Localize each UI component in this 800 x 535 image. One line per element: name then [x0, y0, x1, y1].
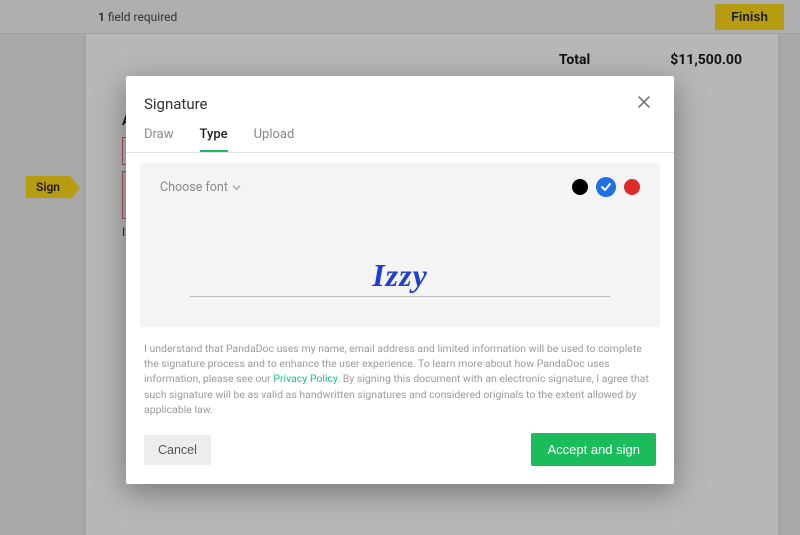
color-picker — [572, 177, 640, 197]
chevron-down-icon — [232, 183, 241, 192]
modal-overlay: Signature Draw Type Upload Choose font — [0, 0, 800, 535]
check-icon — [600, 181, 612, 193]
choose-font-dropdown[interactable]: Choose font — [160, 180, 241, 195]
signature-tabs: Draw Type Upload — [126, 121, 674, 153]
modal-title: Signature — [144, 95, 208, 113]
tab-draw[interactable]: Draw — [144, 127, 174, 152]
signature-modal: Signature Draw Type Upload Choose font — [126, 76, 674, 484]
close-icon — [636, 94, 652, 110]
color-red[interactable] — [624, 179, 640, 195]
tab-type[interactable]: Type — [200, 127, 228, 152]
choose-font-label: Choose font — [160, 180, 228, 195]
cancel-button[interactable]: Cancel — [144, 435, 211, 465]
accept-and-sign-button[interactable]: Accept and sign — [531, 433, 656, 466]
close-button[interactable] — [632, 90, 656, 117]
signature-text: Izzy — [160, 257, 640, 294]
tab-upload[interactable]: Upload — [254, 127, 295, 152]
signature-preview: Izzy — [160, 257, 640, 297]
privacy-policy-link[interactable]: Privacy Policy — [273, 372, 337, 385]
color-black[interactable] — [572, 179, 588, 195]
signature-canvas: Choose font Izzy — [140, 163, 660, 327]
consent-text: I understand that PandaDoc uses my name,… — [126, 327, 674, 417]
color-blue[interactable] — [596, 177, 616, 197]
signature-baseline — [190, 296, 610, 297]
